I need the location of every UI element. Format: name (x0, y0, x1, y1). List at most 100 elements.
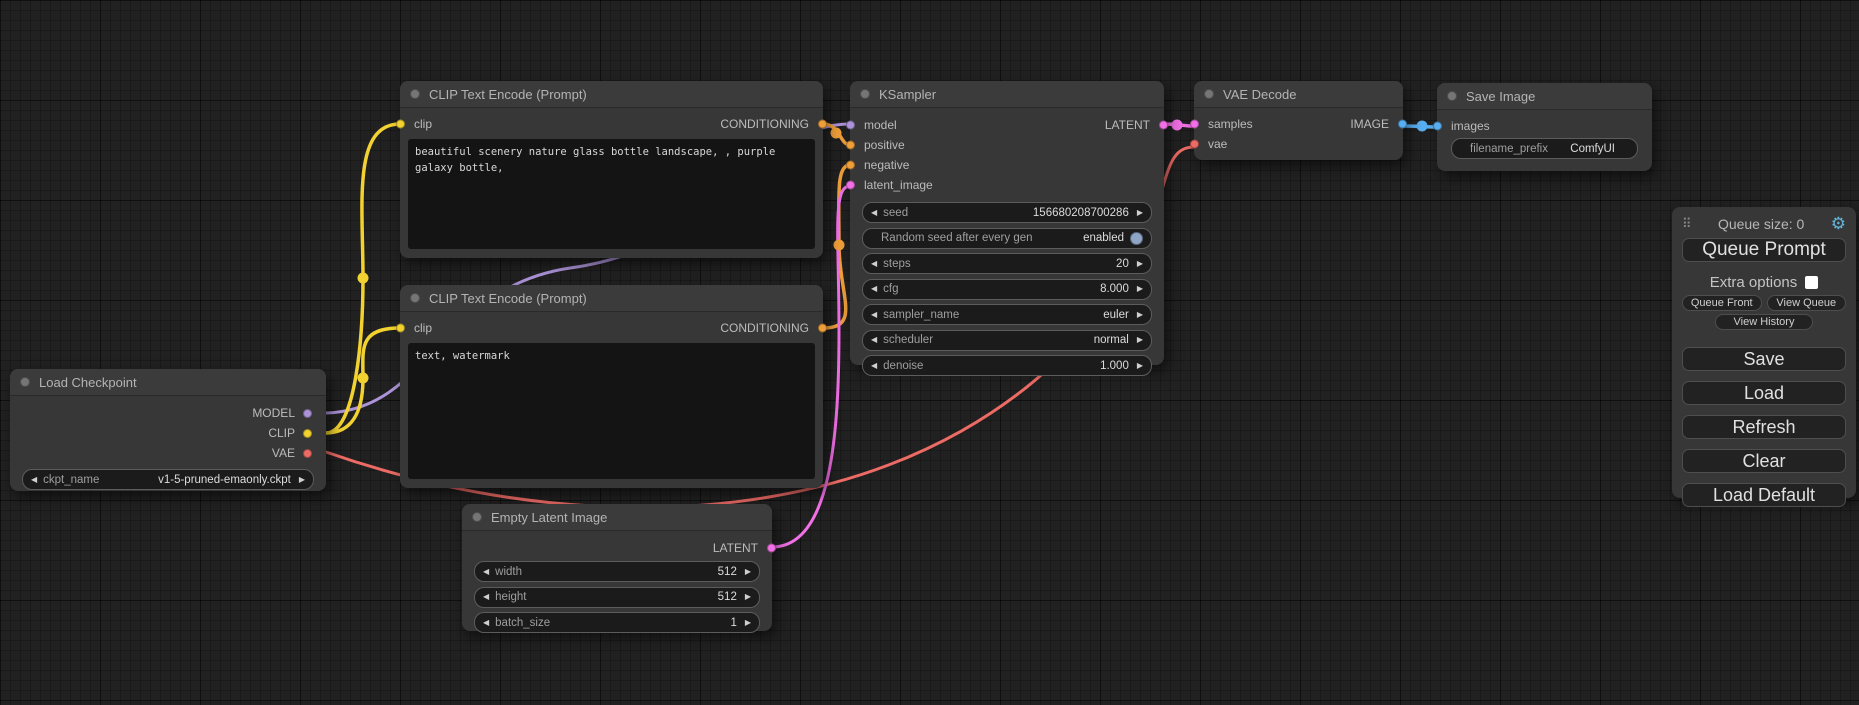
port-latent-icon[interactable] (1159, 121, 1168, 130)
widget-filename-prefix[interactable]: filename_prefix ComfyUI (1451, 138, 1638, 159)
link-dot[interactable] (358, 373, 369, 384)
drag-handle-icon[interactable]: ⠿ (1682, 217, 1692, 230)
settings-gear-icon[interactable]: ⚙ (1831, 215, 1846, 232)
io-row-samples-image: samples IMAGE (1194, 114, 1403, 134)
widget-random-seed-toggle[interactable]: Random seed after every gen enabled (862, 228, 1152, 249)
collapse-dot-icon[interactable] (860, 89, 870, 99)
port-vae-icon[interactable] (1190, 140, 1199, 149)
collapse-dot-icon[interactable] (20, 377, 30, 387)
prompt-textarea[interactable]: beautiful scenery nature glass bottle la… (408, 139, 815, 249)
prev-arrow-icon[interactable]: ◀ (483, 568, 489, 576)
node-clip-text-encode-negative[interactable]: CLIP Text Encode (Prompt) clip CONDITION… (400, 285, 823, 488)
widget-cfg[interactable]: ◀ cfg 8.000 ▶ (862, 279, 1152, 300)
view-queue-button[interactable]: View Queue (1767, 295, 1847, 311)
port-conditioning-icon[interactable] (846, 161, 855, 170)
next-arrow-icon[interactable]: ▶ (1137, 260, 1143, 268)
node-title-bar[interactable]: CLIP Text Encode (Prompt) (400, 285, 823, 312)
refresh-button[interactable]: Refresh (1682, 415, 1846, 439)
prev-arrow-icon[interactable]: ◀ (871, 260, 877, 268)
output-label: CONDITIONING (720, 117, 809, 131)
input-row-negative: negative (850, 155, 1164, 175)
prompt-textarea[interactable]: text, watermark (408, 343, 815, 479)
prev-arrow-icon[interactable]: ◀ (871, 285, 877, 293)
next-arrow-icon[interactable]: ▶ (1137, 285, 1143, 293)
port-vae-icon[interactable] (303, 449, 312, 458)
next-arrow-icon[interactable]: ▶ (1137, 336, 1143, 344)
widget-batch-size[interactable]: ◀ batch_size 1 ▶ (474, 612, 760, 633)
load-button[interactable]: Load (1682, 381, 1846, 405)
view-history-button[interactable]: View History (1715, 314, 1813, 330)
prev-arrow-icon[interactable]: ◀ (871, 209, 877, 217)
port-clip-icon[interactable] (396, 120, 405, 129)
node-save-image[interactable]: Save Image images filename_prefix ComfyU… (1437, 83, 1652, 171)
collapse-dot-icon[interactable] (1204, 89, 1214, 99)
link-dot[interactable] (834, 240, 845, 251)
next-arrow-icon[interactable]: ▶ (299, 476, 305, 484)
save-button[interactable]: Save (1682, 347, 1846, 371)
port-conditioning-icon[interactable] (846, 141, 855, 150)
link-dot[interactable] (358, 273, 369, 284)
port-image-icon[interactable] (1398, 120, 1407, 129)
next-arrow-icon[interactable]: ▶ (1137, 311, 1143, 319)
collapse-dot-icon[interactable] (410, 89, 420, 99)
widget-seed[interactable]: ◀ seed 156680208700286 ▶ (862, 202, 1152, 223)
port-image-icon[interactable] (1433, 122, 1442, 131)
node-title-bar[interactable]: VAE Decode (1194, 81, 1403, 108)
extra-options-checkbox[interactable] (1805, 276, 1818, 289)
widget-width[interactable]: ◀ width 512 ▶ (474, 561, 760, 582)
widget-ckpt-name[interactable]: ◀ ckpt_name v1-5-pruned-emaonly.ckpt ▶ (22, 469, 314, 490)
output-row-vae: VAE (10, 443, 326, 463)
next-arrow-icon[interactable]: ▶ (745, 568, 751, 576)
queue-prompt-button[interactable]: Queue Prompt (1682, 238, 1846, 262)
output-label: CLIP (268, 426, 295, 440)
port-conditioning-icon[interactable] (818, 120, 827, 129)
prev-arrow-icon[interactable]: ◀ (871, 336, 877, 344)
node-ksampler[interactable]: KSampler model LATENT positive negative … (850, 81, 1164, 365)
port-model-icon[interactable] (303, 409, 312, 418)
node-graph-canvas[interactable]: Load Checkpoint MODEL CLIP VAE ◀ ckpt_na… (0, 0, 1859, 705)
next-arrow-icon[interactable]: ▶ (1137, 362, 1143, 370)
node-title-bar[interactable]: KSampler (850, 81, 1164, 108)
node-clip-text-encode-positive[interactable]: CLIP Text Encode (Prompt) clip CONDITION… (400, 81, 823, 258)
queue-front-button[interactable]: Queue Front (1682, 295, 1762, 311)
widget-height[interactable]: ◀ height 512 ▶ (474, 587, 760, 608)
collapse-dot-icon[interactable] (1447, 91, 1457, 101)
prev-arrow-icon[interactable]: ◀ (871, 362, 877, 370)
collapse-dot-icon[interactable] (410, 293, 420, 303)
output-label: LATENT (713, 541, 758, 555)
node-load-checkpoint[interactable]: Load Checkpoint MODEL CLIP VAE ◀ ckpt_na… (10, 369, 326, 491)
port-latent-icon[interactable] (1190, 120, 1199, 129)
port-latent-icon[interactable] (846, 181, 855, 190)
io-row: clip CONDITIONING (400, 318, 823, 338)
toggle-enabled-icon[interactable] (1130, 232, 1143, 245)
node-title-bar[interactable]: Save Image (1437, 83, 1652, 110)
node-empty-latent-image[interactable]: Empty Latent Image LATENT ◀ width 512 ▶ … (462, 504, 772, 631)
next-arrow-icon[interactable]: ▶ (745, 593, 751, 601)
port-model-icon[interactable] (846, 121, 855, 130)
node-vae-decode[interactable]: VAE Decode samples IMAGE vae (1194, 81, 1403, 160)
prev-arrow-icon[interactable]: ◀ (483, 593, 489, 601)
node-title-bar[interactable]: Load Checkpoint (10, 369, 326, 396)
link-dot[interactable] (1417, 121, 1428, 132)
prev-arrow-icon[interactable]: ◀ (871, 311, 877, 319)
widget-scheduler[interactable]: ◀ scheduler normal ▶ (862, 330, 1152, 351)
port-conditioning-icon[interactable] (818, 324, 827, 333)
next-arrow-icon[interactable]: ▶ (745, 619, 751, 627)
next-arrow-icon[interactable]: ▶ (1137, 209, 1143, 217)
clear-button[interactable]: Clear (1682, 449, 1846, 473)
link-dot[interactable] (1172, 120, 1183, 131)
link-dot[interactable] (831, 128, 842, 139)
widget-sampler-name[interactable]: ◀ sampler_name euler ▶ (862, 304, 1152, 325)
prev-arrow-icon[interactable]: ◀ (483, 619, 489, 627)
node-title-bar[interactable]: Empty Latent Image (462, 504, 772, 531)
widget-steps[interactable]: ◀ steps 20 ▶ (862, 253, 1152, 274)
port-clip-icon[interactable] (303, 429, 312, 438)
widget-denoise[interactable]: ◀ denoise 1.000 ▶ (862, 355, 1152, 376)
port-clip-icon[interactable] (396, 324, 405, 333)
port-latent-icon[interactable] (767, 544, 776, 553)
collapse-dot-icon[interactable] (472, 512, 482, 522)
node-title-bar[interactable]: CLIP Text Encode (Prompt) (400, 81, 823, 108)
load-default-button[interactable]: Load Default (1682, 483, 1846, 507)
input-label: clip (414, 117, 432, 131)
prev-arrow-icon[interactable]: ◀ (31, 476, 37, 484)
